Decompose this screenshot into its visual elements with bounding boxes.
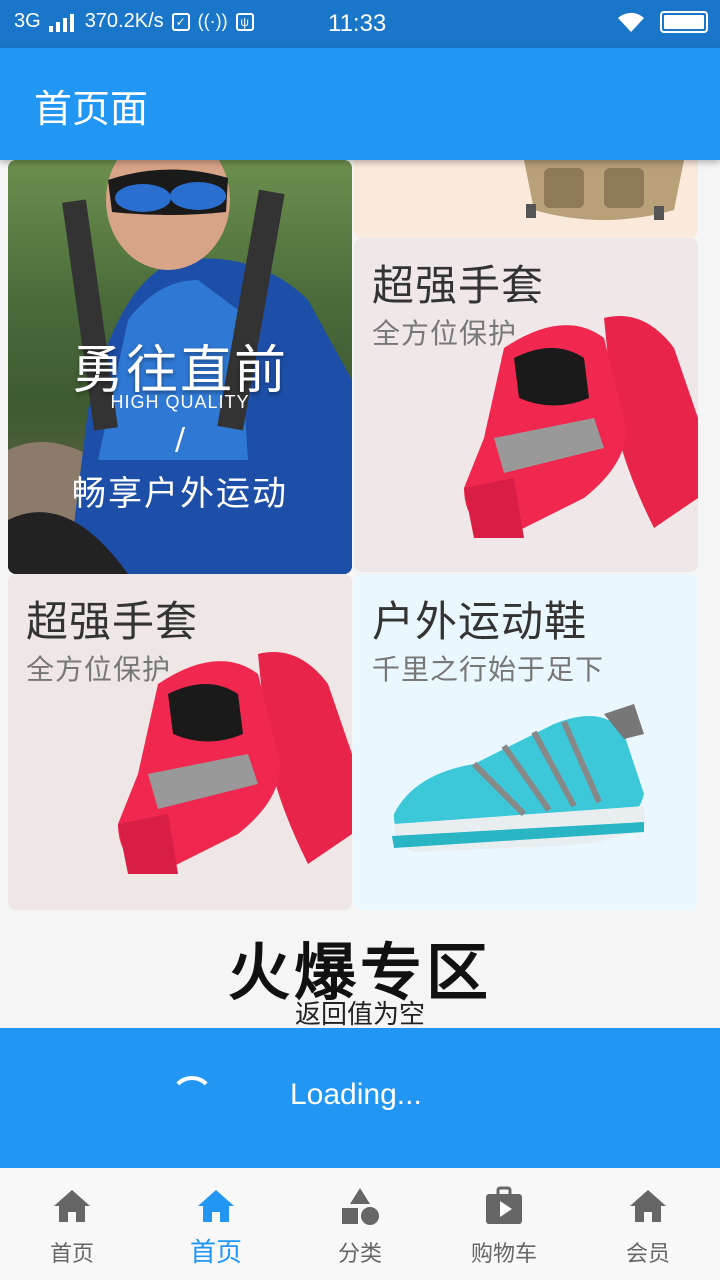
shopping-bag-play-icon	[486, 1186, 522, 1224]
hero-quality: HIGH QUALITY	[110, 392, 250, 412]
network-type: 3G	[14, 10, 41, 32]
shoe-tile[interactable]: 户外运动鞋 千里之行始于足下	[354, 574, 698, 910]
nav-item-member[interactable]: 会员	[576, 1168, 720, 1280]
app-bar: 首页面	[0, 48, 720, 160]
loading-panel: Loading...	[0, 1028, 720, 1168]
wifi-icon	[618, 12, 644, 32]
battery-icon	[660, 11, 708, 33]
bottom-nav: 首页 首页 分类 购物车 会员	[0, 1168, 720, 1280]
nav-label: 首页	[189, 1238, 242, 1268]
backpack-image	[524, 160, 684, 220]
hero-divider: /	[174, 422, 186, 457]
nav-item-home[interactable]: 首页	[0, 1168, 144, 1280]
loading-text: Loading...	[290, 1078, 422, 1111]
status-right	[616, 10, 708, 34]
hero-tagline: 畅享户外运动	[72, 474, 288, 514]
home-icon	[54, 1190, 90, 1222]
nav-item-category[interactable]: 分类	[288, 1168, 432, 1280]
nav-label: 会员	[625, 1242, 670, 1267]
signal-icon	[48, 12, 77, 32]
backpack-tile[interactable]	[354, 160, 698, 238]
nav-label: 购物车	[470, 1242, 537, 1267]
empty-result-message: 返回值为空	[294, 1000, 425, 1030]
hero-banner-tile[interactable]: 勇往直前 HIGH QUALITY / 畅享户外运动	[8, 160, 352, 574]
nav-item-cart[interactable]: 购物车	[432, 1168, 576, 1280]
home-icon	[198, 1190, 234, 1222]
glove-tile-2[interactable]: 超强手套 全方位保护	[8, 574, 352, 910]
clock: 11:33	[328, 10, 387, 37]
glove-image	[464, 316, 698, 538]
home-icon	[630, 1190, 666, 1222]
nav-item-home-active[interactable]: 首页	[144, 1168, 288, 1280]
status-bar: 3G 370.2K/s ✓ ((·)) ψ 11:33	[0, 0, 720, 48]
usb-icon: ψ	[235, 12, 254, 31]
nav-label: 分类	[337, 1242, 382, 1267]
page-title: 首页面	[34, 87, 149, 131]
glove-image	[118, 652, 352, 874]
glove-tile-1[interactable]: 超强手套 全方位保护	[354, 238, 698, 572]
shoe-image	[392, 704, 646, 852]
check-notification-icon: ✓	[171, 12, 190, 31]
shapes-icon	[342, 1188, 379, 1225]
nav-label: 首页	[49, 1242, 94, 1267]
promo-grid: 勇往直前 HIGH QUALITY / 畅享户外运动 超强手套 全方位保护 超强…	[0, 160, 720, 912]
status-left: 3G 370.2K/s ✓ ((·)) ψ	[14, 10, 262, 33]
network-speed: 370.2K/s	[84, 10, 164, 32]
spinner-icon	[170, 1076, 214, 1120]
hotspot-icon: ((·))	[197, 11, 228, 31]
